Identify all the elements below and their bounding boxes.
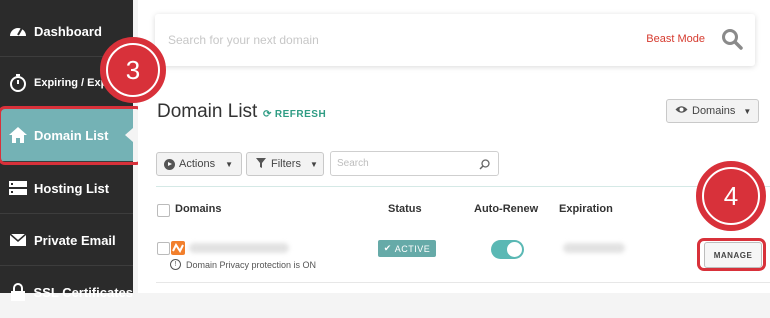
domain-search-bar[interactable]: Search for your next domain Beast Mode bbox=[155, 14, 755, 66]
filter-icon bbox=[256, 157, 266, 171]
lock-icon bbox=[7, 281, 29, 303]
actions-dropdown[interactable]: Actions ▼ bbox=[156, 152, 242, 176]
table-search-input[interactable]: Search bbox=[330, 151, 499, 176]
step-callout-3: 3 bbox=[100, 37, 166, 103]
check-icon: ✔ bbox=[383, 243, 392, 253]
column-header-expiration[interactable]: Expiration bbox=[559, 203, 613, 215]
highlight-manage-button bbox=[697, 238, 766, 271]
sidebar-item-ssl-certificates[interactable]: SSL Certificates bbox=[0, 266, 133, 318]
sidebar-item-label: Private Email bbox=[34, 232, 116, 248]
row-checkbox[interactable] bbox=[157, 242, 170, 255]
select-all-checkbox[interactable] bbox=[157, 204, 170, 217]
caret-down-icon: ▼ bbox=[743, 106, 752, 116]
sidebar-item-hosting-list[interactable]: Hosting List bbox=[0, 162, 133, 214]
refresh-link[interactable]: ⟳ REFRESH bbox=[263, 109, 326, 120]
search-input[interactable]: Search for your next domain bbox=[168, 33, 319, 47]
column-header-status: Status bbox=[388, 203, 422, 215]
caret-down-icon: ▼ bbox=[309, 159, 318, 169]
caret-down-icon: ▼ bbox=[225, 159, 233, 169]
auto-renew-toggle[interactable] bbox=[491, 240, 524, 259]
search-icon[interactable] bbox=[721, 28, 743, 55]
sidebar-item-label: Hosting List bbox=[34, 180, 110, 196]
domains-dropdown[interactable]: Domains ▼ bbox=[666, 99, 759, 123]
page-title: Domain List bbox=[157, 101, 258, 122]
refresh-icon: ⟳ bbox=[263, 109, 272, 120]
privacy-note: ! Domain Privacy protection is ON bbox=[170, 259, 316, 270]
filters-dropdown[interactable]: Filters ▼ bbox=[246, 152, 324, 176]
search-icon[interactable] bbox=[479, 157, 490, 175]
main-content: Search for your next domain Beast Mode D… bbox=[138, 0, 770, 293]
status-badge: ✔ ACTIVE bbox=[378, 240, 436, 257]
domain-name-redacted[interactable] bbox=[189, 243, 289, 253]
speedometer-icon bbox=[7, 20, 29, 42]
table-row-divider bbox=[156, 282, 770, 283]
step-callout-4: 4 bbox=[696, 161, 766, 231]
sidebar-item-label: SSL Certificates bbox=[33, 284, 133, 300]
column-header-domains[interactable]: Domains bbox=[175, 203, 221, 215]
eye-icon bbox=[675, 105, 688, 117]
table-header-divider bbox=[156, 186, 770, 187]
sidebar-item-label: Dashboard bbox=[34, 23, 102, 39]
server-icon bbox=[7, 177, 29, 199]
domain-favicon bbox=[171, 241, 185, 255]
timer-icon bbox=[7, 72, 29, 94]
beast-mode-link[interactable]: Beast Mode bbox=[646, 33, 705, 45]
play-icon bbox=[164, 158, 175, 170]
expiration-date-redacted bbox=[563, 243, 625, 253]
highlight-domain-list bbox=[0, 106, 143, 165]
envelope-icon bbox=[7, 229, 29, 251]
sidebar-item-private-email[interactable]: Private Email bbox=[0, 214, 133, 266]
column-header-auto-renew: Auto-Renew bbox=[474, 203, 539, 215]
info-icon: ! bbox=[170, 259, 181, 270]
